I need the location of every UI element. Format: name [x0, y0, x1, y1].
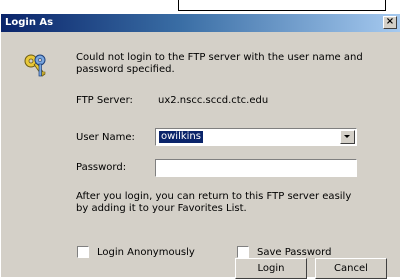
dialog-title: Login As: [5, 17, 54, 28]
error-message: Could not login to the FTP server with t…: [76, 52, 363, 75]
save-password-option[interactable]: Save Password: [237, 245, 331, 259]
ftp-server-value: ux2.nscc.sccd.ctc.edu: [158, 95, 269, 106]
title-bar[interactable]: Login As ×: [1, 14, 400, 32]
user-name-label: User Name:: [76, 132, 135, 143]
user-name-combobox[interactable]: owilkins: [155, 128, 357, 146]
password-field[interactable]: [155, 159, 357, 177]
chevron-down-icon: [344, 135, 350, 138]
login-dialog: Login As × Could not login to the FTP se…: [0, 14, 400, 279]
user-name-dropdown-button[interactable]: [340, 130, 355, 144]
save-password-checkbox[interactable]: [237, 246, 249, 258]
save-password-label: Save Password: [257, 246, 332, 258]
info-text: After you login, you can return to this …: [76, 191, 352, 214]
login-anonymously-label: Login Anonymously: [97, 246, 195, 258]
login-anonymously-option[interactable]: Login Anonymously: [77, 245, 195, 259]
login-button[interactable]: Login: [235, 258, 307, 279]
password-label: Password:: [76, 162, 127, 173]
ftp-server-label: FTP Server:: [76, 95, 133, 106]
user-name-value: owilkins: [159, 131, 203, 143]
login-anonymously-checkbox[interactable]: [77, 246, 89, 258]
close-button[interactable]: ×: [383, 16, 397, 29]
background-window-edge: [178, 0, 386, 11]
close-icon: ×: [385, 16, 395, 27]
keys-icon: [24, 54, 46, 77]
cancel-button[interactable]: Cancel: [315, 258, 387, 279]
